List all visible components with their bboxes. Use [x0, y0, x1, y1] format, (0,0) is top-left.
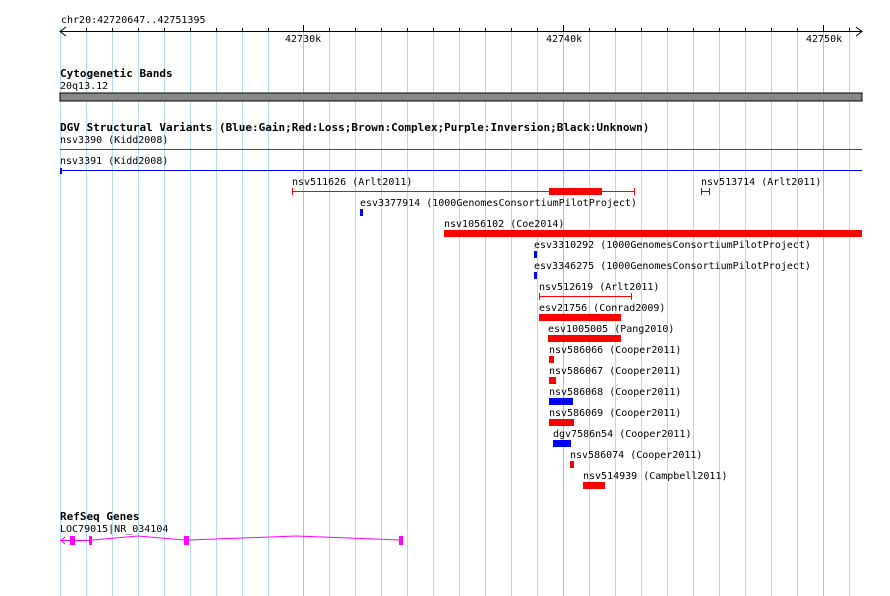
cytoband-label: 20q13.12 [60, 81, 109, 92]
track-title-cytoband[interactable]: Cytogenetic Bands [60, 68, 173, 79]
ruler-tick-label: 42750k [806, 34, 843, 45]
feature-nsv586066[interactable] [549, 356, 554, 363]
track-title-dgv[interactable]: DGV Structural Variants (Blue:Gain;Red:L… [60, 122, 649, 133]
ruler [59, 25, 863, 37]
feature-label-nsv512619[interactable]: nsv512619 (Arlt2011) [539, 282, 659, 293]
feature-label-esv3377914[interactable]: esv3377914 (1000GenomesConsortiumPilotPr… [360, 198, 637, 209]
feature-esv1005005[interactable] [548, 335, 621, 342]
feature-nsv511626[interactable] [292, 188, 635, 195]
feature-nsv513714[interactable] [701, 188, 710, 195]
feature-label-nsv586067[interactable]: nsv586067 (Cooper2011) [549, 366, 681, 377]
feature-label-dgv7586n54[interactable]: dgv7586n54 (Cooper2011) [553, 429, 691, 440]
feature-label-nsv586066[interactable]: nsv586066 (Cooper2011) [549, 345, 681, 356]
grid-lines [59, 25, 863, 596]
feature-label-esv1005005[interactable]: esv1005005 (Pang2010) [548, 324, 674, 335]
genome-browser-panel: chr20:42720647..42751395 42730k 42740k 4… [0, 0, 890, 596]
feature-label-nsv511626[interactable]: nsv511626 (Arlt2011) [292, 177, 412, 188]
feature-label-nsv3390[interactable]: nsv3390 (Kidd2008) [60, 135, 168, 146]
ruler-location: chr20:42720647..42751395 [61, 15, 206, 26]
ruler-tick-label: 42740k [546, 34, 583, 45]
gene-label[interactable]: LOC79015|NR_034104 [60, 524, 168, 535]
feature-label-nsv514939[interactable]: nsv514939 (Campbell2011) [583, 471, 728, 482]
feature-esv3377914[interactable] [360, 209, 363, 216]
gene-model-LOC79015[interactable] [60, 535, 403, 545]
feature-label-nsv513714[interactable]: nsv513714 (Arlt2011) [701, 177, 821, 188]
feature-nsv1056102[interactable] [444, 230, 862, 237]
feature-nsv586068[interactable] [549, 398, 573, 405]
feature-label-nsv586074[interactable]: nsv586074 (Cooper2011) [570, 450, 702, 461]
feature-label-esv3310292[interactable]: esv3310292 (1000GenomesConsortiumPilotPr… [534, 240, 811, 251]
feature-label-nsv1056102[interactable]: nsv1056102 (Coe2014) [444, 219, 564, 230]
track-title-refseq[interactable]: RefSeq Genes [60, 511, 139, 522]
feature-label-nsv586069[interactable]: nsv586069 (Cooper2011) [549, 408, 681, 419]
feature-nsv586069[interactable] [549, 419, 574, 426]
ruler-tick-label: 42730k [285, 34, 322, 45]
feature-label-nsv586068[interactable]: nsv586068 (Cooper2011) [549, 387, 681, 398]
feature-label-nsv3391[interactable]: nsv3391 (Kidd2008) [60, 156, 168, 167]
feature-label-esv3346275[interactable]: esv3346275 (1000GenomesConsortiumPilotPr… [534, 261, 811, 272]
feature-nsv586067[interactable] [549, 377, 556, 384]
feature-esv3310292[interactable] [534, 251, 537, 258]
cytoband-bar[interactable] [59, 92, 863, 102]
feature-esv3346275[interactable] [534, 272, 537, 279]
feature-dgv7586n54[interactable] [553, 440, 571, 447]
feature-nsv514939[interactable] [583, 482, 605, 489]
feature-nsv512619[interactable] [539, 293, 632, 300]
feature-esv21756[interactable] [539, 314, 621, 321]
feature-nsv586074[interactable] [570, 461, 574, 468]
feature-label-esv21756[interactable]: esv21756 (Conrad2009) [539, 303, 665, 314]
